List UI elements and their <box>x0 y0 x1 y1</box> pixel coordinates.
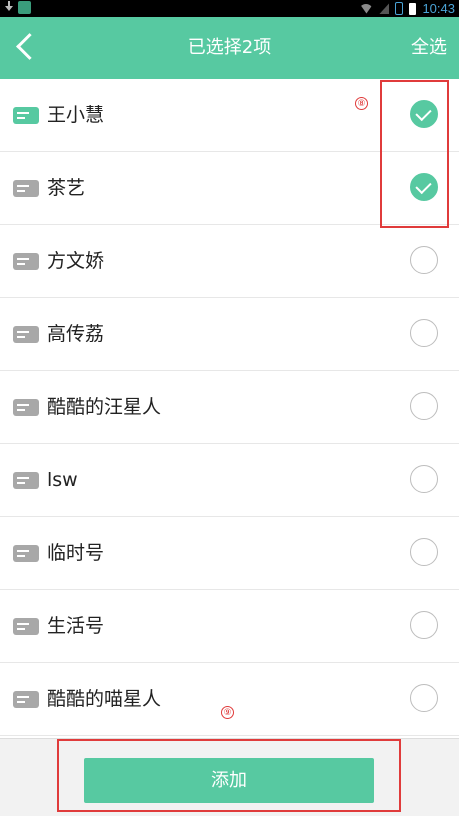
card-icon <box>13 253 39 270</box>
signal-icon <box>379 3 390 14</box>
list-item[interactable]: 酷酷的喵星人 <box>0 663 459 736</box>
list-item[interactable]: 临时号 <box>0 517 459 590</box>
contact-name: 王小慧 <box>47 104 105 126</box>
contact-name: 酷酷的喵星人 <box>47 688 162 710</box>
card-icon <box>13 180 39 197</box>
status-bar: 10:43 <box>0 0 459 17</box>
download-icon <box>4 1 14 14</box>
status-time: 10:43 <box>422 1 455 16</box>
contact-name: 生活号 <box>47 615 105 637</box>
card-icon <box>13 399 39 416</box>
checkbox-unchecked[interactable] <box>410 465 438 493</box>
card-icon <box>13 545 39 562</box>
contact-name: 方文娇 <box>47 250 105 272</box>
list-item[interactable]: 生活号 <box>0 590 459 663</box>
checkbox-unchecked[interactable] <box>410 538 438 566</box>
list-item[interactable]: 方文娇 <box>0 225 459 298</box>
checkbox-unchecked[interactable] <box>410 246 438 274</box>
checkbox-unchecked[interactable] <box>410 319 438 347</box>
card-icon <box>13 472 39 489</box>
page-title: 已选择2项 <box>187 37 272 58</box>
checkbox-unchecked[interactable] <box>410 684 438 712</box>
card-icon <box>13 618 39 635</box>
contact-name: 高传荔 <box>47 323 105 345</box>
contact-name: lsw <box>47 469 78 491</box>
select-all-button[interactable]: 全选 <box>411 17 447 79</box>
card-icon <box>13 107 39 124</box>
list-item[interactable]: lsw <box>0 444 459 517</box>
list-item[interactable]: 高传荔 <box>0 298 459 371</box>
bluetooth-icon <box>395 2 404 15</box>
contact-name: 临时号 <box>47 542 105 564</box>
app-notification-icon <box>18 1 31 14</box>
title-bar: 已选择2项 全选 <box>0 17 459 79</box>
card-icon <box>13 326 39 343</box>
annotation-box-8 <box>380 80 449 228</box>
contact-name: 酷酷的汪星人 <box>47 396 162 418</box>
checkbox-unchecked[interactable] <box>410 611 438 639</box>
annotation-number-9: ⑨ <box>221 706 234 719</box>
card-icon <box>13 691 39 708</box>
list-item[interactable]: 酷酷的汪星人 <box>0 371 459 444</box>
checkbox-unchecked[interactable] <box>410 392 438 420</box>
wifi-icon <box>359 3 374 14</box>
contact-name: 茶艺 <box>47 177 86 199</box>
annotation-box-9 <box>57 739 401 812</box>
battery-icon <box>409 2 417 15</box>
annotation-number-8: ⑧ <box>355 97 368 110</box>
